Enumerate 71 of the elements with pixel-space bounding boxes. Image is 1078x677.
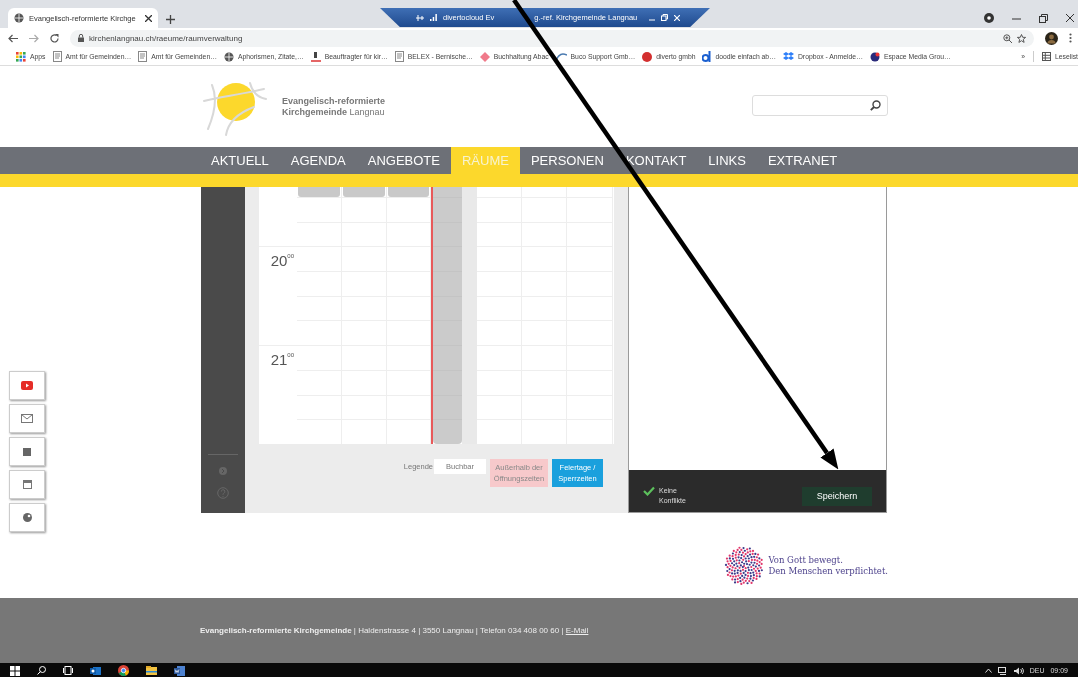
document-app-icon[interactable] xyxy=(174,665,185,676)
document-icon[interactable] xyxy=(138,51,148,62)
square-share-button[interactable] xyxy=(9,437,45,466)
back-icon[interactable] xyxy=(8,33,18,43)
new-tab-icon[interactable] xyxy=(166,15,175,24)
browser-icon[interactable] xyxy=(118,665,129,676)
document-icon[interactable] xyxy=(394,51,404,62)
nav-tab[interactable]: AGENDA xyxy=(279,147,357,174)
nav-tab[interactable]: PERSONEN xyxy=(519,147,615,174)
restore-icon[interactable] xyxy=(661,14,669,21)
close-icon[interactable] xyxy=(145,14,152,22)
wave-icon[interactable] xyxy=(555,52,567,61)
day-header xyxy=(388,187,429,197)
zoom-icon[interactable] xyxy=(1003,33,1012,43)
document-icon[interactable] xyxy=(52,51,62,62)
footer-address: Evangelisch-reformierte Kirchgemeinde | Haldenstrasse 4 | 3550 Langnau | Telefon 034 408 00 60 | E-Mail xyxy=(200,626,589,635)
network-icon[interactable] xyxy=(997,666,1008,675)
nav-tab[interactable]: LINKS xyxy=(697,147,757,174)
logo-icon[interactable] xyxy=(702,51,712,62)
mail-share-button[interactable] xyxy=(9,404,45,433)
video-icon xyxy=(21,381,33,390)
windows-icon[interactable] xyxy=(10,665,20,676)
list-icon xyxy=(1041,52,1051,61)
calendar-icon xyxy=(22,480,32,489)
lock-icon xyxy=(78,34,84,42)
profile-icon[interactable] xyxy=(984,13,994,23)
restore-icon[interactable] xyxy=(1039,13,1048,23)
address-bar[interactable]: kirchenlangnau.ch/raeume/raumverwaltung xyxy=(70,29,1034,47)
save-button[interactable]: Speichern xyxy=(802,486,872,506)
menu-icon[interactable] xyxy=(1069,33,1072,43)
check-icon xyxy=(643,486,655,496)
signal-icon xyxy=(430,14,437,21)
caret-icon[interactable] xyxy=(984,668,992,673)
video-share-button[interactable] xyxy=(9,371,45,400)
hour-label: 20$^{00}$ xyxy=(270,253,294,269)
flag-icon[interactable] xyxy=(310,51,321,62)
square-icon xyxy=(23,447,31,456)
search-field[interactable] xyxy=(752,95,888,116)
day-header xyxy=(343,187,385,197)
folder-icon[interactable] xyxy=(146,666,157,675)
close-icon[interactable] xyxy=(1066,14,1074,22)
site-name: Evangelisch-reformierte Kirchgemeinde Langnau xyxy=(282,95,386,118)
globe-icon[interactable] xyxy=(223,51,234,62)
pin-icon[interactable] xyxy=(416,14,424,21)
hour-label: 21$^{00}$ xyxy=(270,352,294,368)
volume-icon[interactable] xyxy=(1013,666,1024,675)
circle-icon[interactable] xyxy=(642,51,653,62)
nav-tab[interactable]: AKTUELL xyxy=(200,147,280,174)
mail-icon xyxy=(21,414,33,423)
task-view-icon[interactable] xyxy=(63,666,73,675)
circle-share-button[interactable] xyxy=(9,503,45,532)
calendar-share-button[interactable] xyxy=(9,470,45,499)
nav-tab[interactable]: EXTRANET xyxy=(756,147,849,174)
boxes-icon[interactable] xyxy=(782,51,794,62)
nav-tab[interactable]: ANGEBOTE xyxy=(356,147,451,174)
nav-tab[interactable]: KONTAKT xyxy=(614,147,698,174)
tagline: Von Gott bewegt. Den Menschen verpflichtet. xyxy=(768,555,888,577)
mail-app-icon[interactable] xyxy=(90,665,101,676)
search-icon[interactable] xyxy=(870,100,881,111)
reload-icon[interactable] xyxy=(50,33,59,43)
globe-icon xyxy=(14,13,24,23)
email-link[interactable]: E-Mail xyxy=(565,626,589,635)
dot-icon[interactable] xyxy=(869,51,880,62)
apps-grid-icon[interactable] xyxy=(16,51,26,62)
avatar-icon[interactable] xyxy=(1045,31,1058,45)
day-header xyxy=(298,187,340,197)
star-icon[interactable] xyxy=(1017,33,1026,43)
circle-icon xyxy=(22,513,32,522)
rosette-logo xyxy=(724,546,765,586)
diamond-icon[interactable] xyxy=(479,51,490,62)
search-icon[interactable] xyxy=(37,666,46,675)
